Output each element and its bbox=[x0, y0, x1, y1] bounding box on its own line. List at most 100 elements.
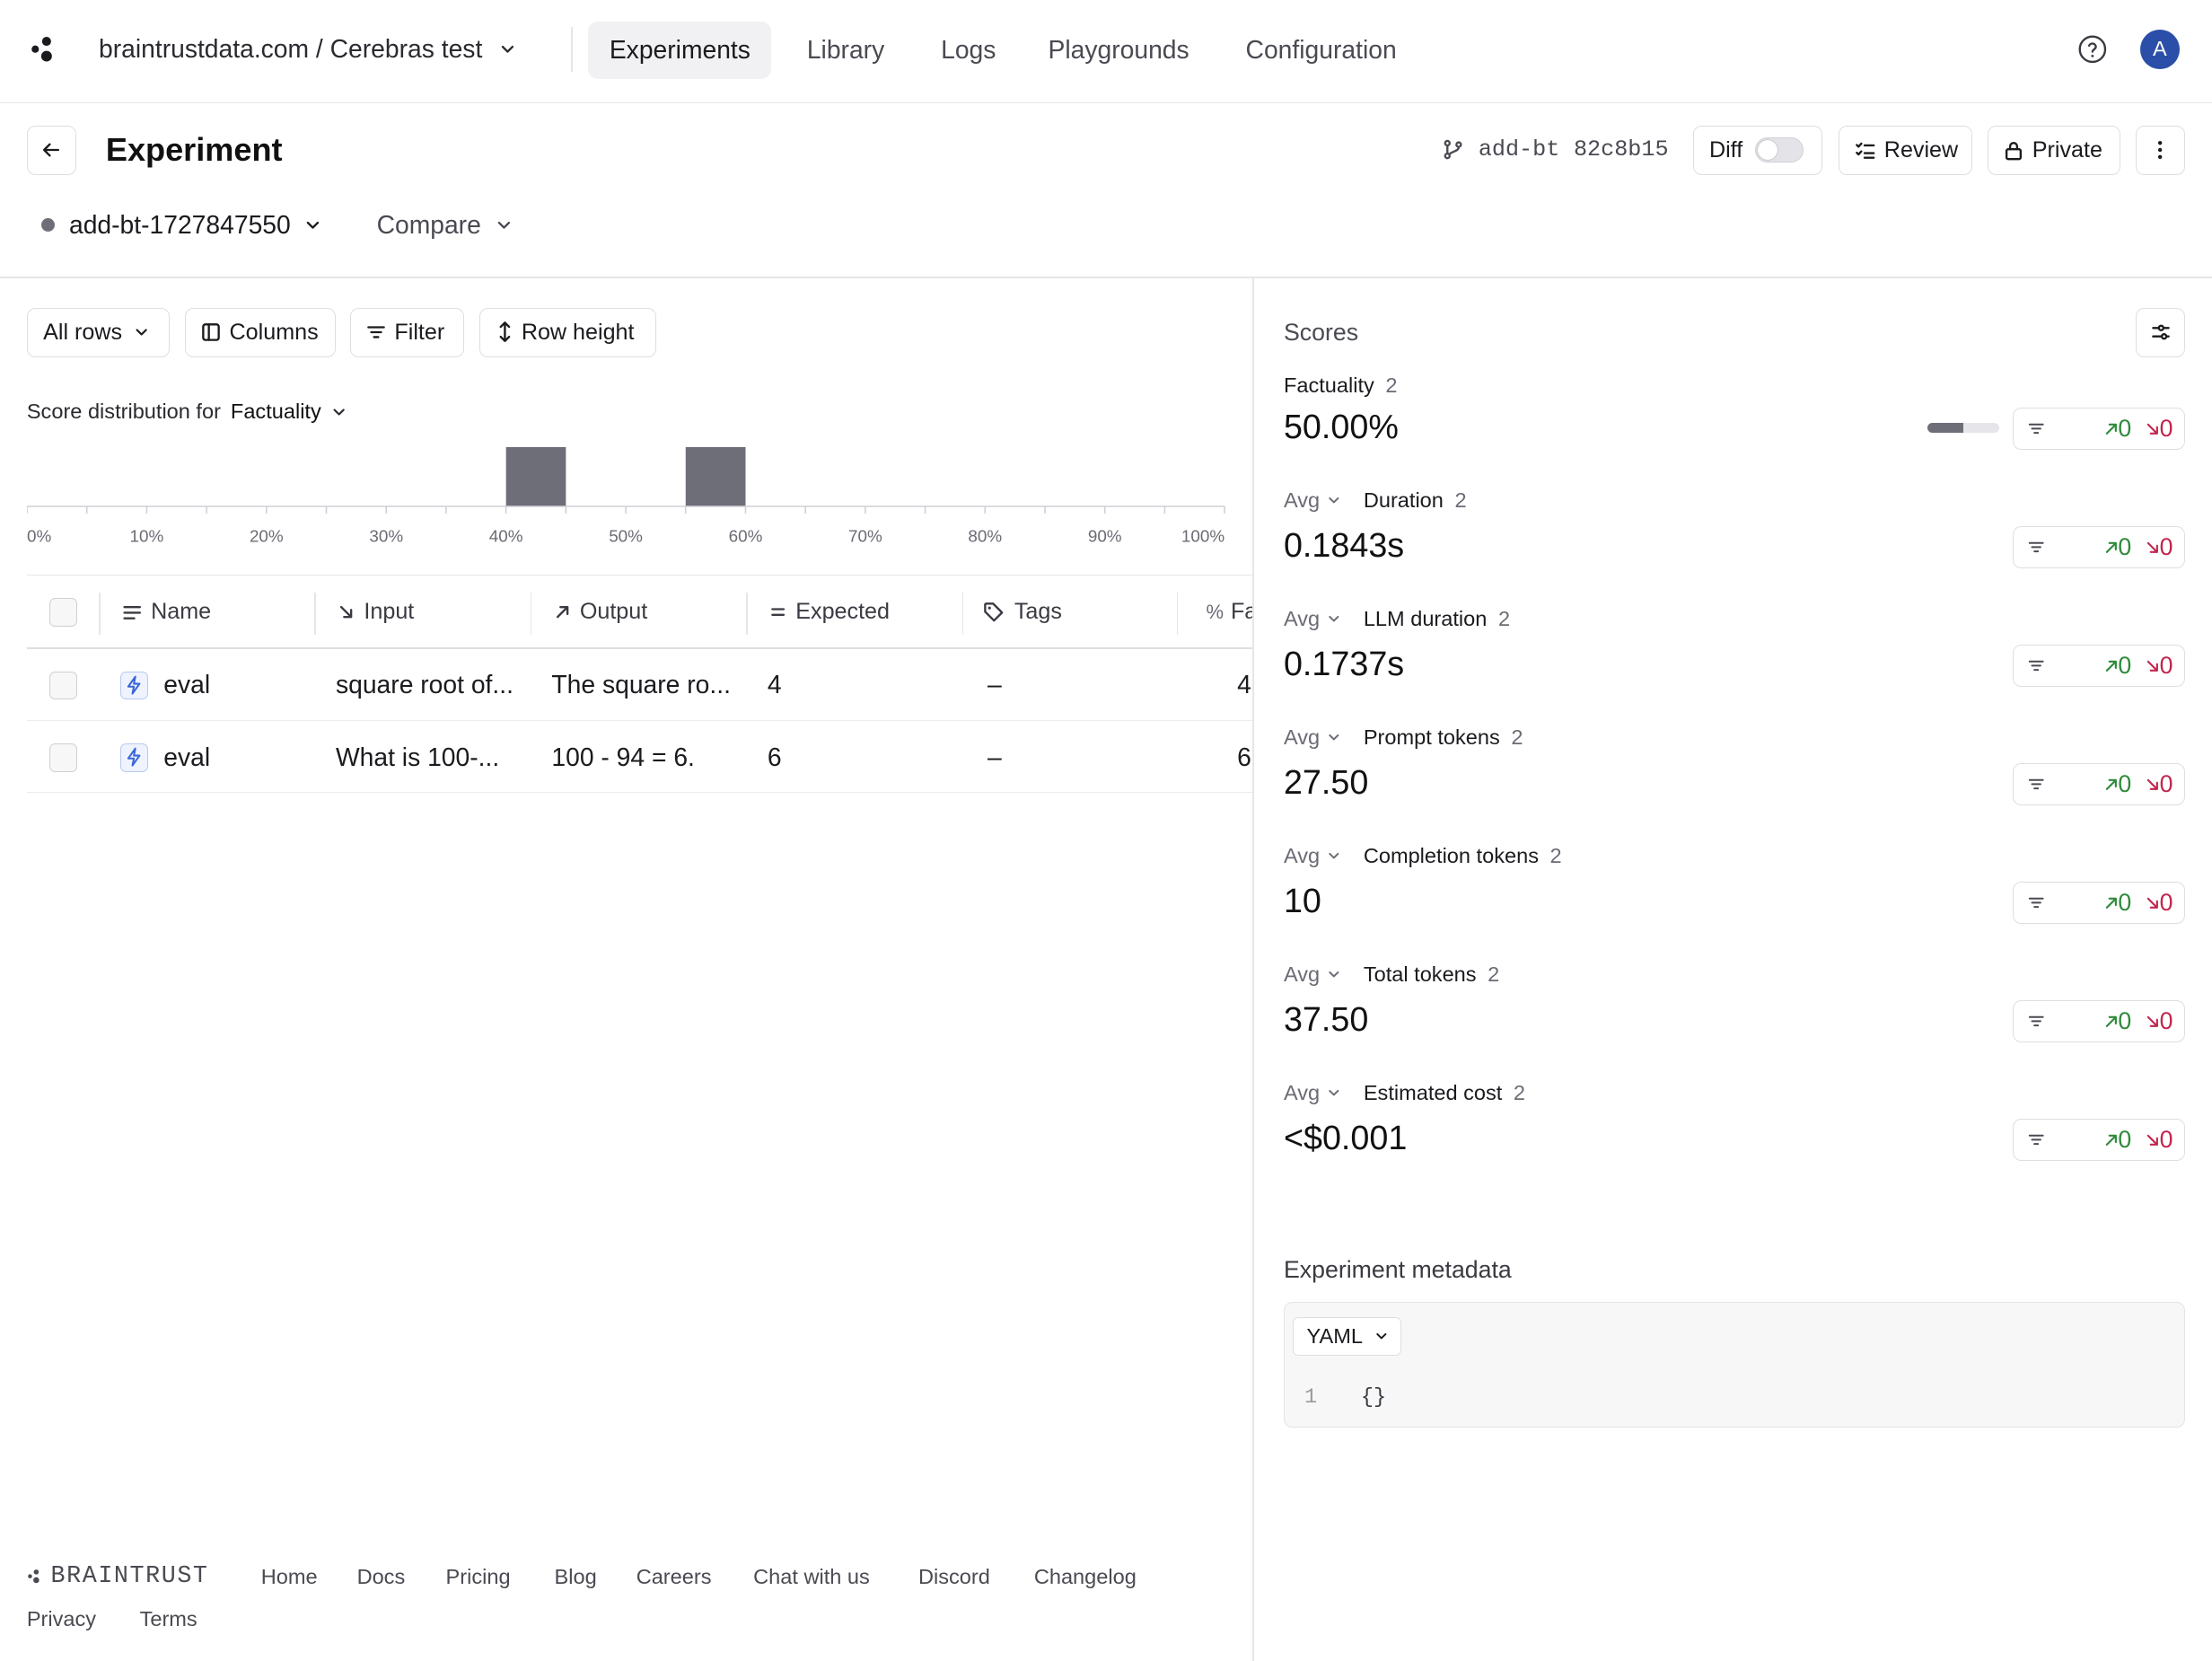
help-icon[interactable] bbox=[2076, 32, 2110, 66]
column-header-input[interactable]: Input bbox=[338, 593, 414, 632]
aggregation-dropdown[interactable]: Avg bbox=[1284, 1081, 1341, 1105]
tab-configuration[interactable]: Configuration bbox=[1224, 22, 1418, 79]
score-filter-controls[interactable]: 0 0 bbox=[2013, 645, 2186, 688]
filter-icon[interactable] bbox=[2027, 420, 2045, 437]
aggregation-dropdown[interactable]: Avg bbox=[1284, 844, 1341, 868]
column-header-factuality[interactable]: % Fa bbox=[1207, 593, 1253, 632]
tab-library[interactable]: Library bbox=[786, 22, 906, 79]
footer-link-pricing[interactable]: Pricing bbox=[446, 1565, 511, 1589]
tag-icon bbox=[983, 602, 1005, 623]
back-button[interactable] bbox=[26, 125, 76, 175]
score-count: 2 bbox=[1454, 488, 1467, 512]
all-rows-dropdown[interactable]: All rows bbox=[26, 307, 170, 357]
improvements-count[interactable]: 0 bbox=[2104, 533, 2131, 561]
score-metric[interactable]: Avg Estimated cost 2 bbox=[1284, 1081, 1525, 1105]
diff-toggle[interactable]: Diff bbox=[1692, 125, 1823, 175]
row-checkbox[interactable] bbox=[48, 671, 78, 700]
format-dropdown[interactable]: YAML bbox=[1293, 1317, 1402, 1356]
score-filter-controls[interactable]: 0 0 bbox=[2013, 882, 2186, 925]
row-checkbox[interactable] bbox=[48, 743, 78, 772]
filter-icon[interactable] bbox=[2027, 657, 2045, 674]
regressions-count[interactable]: 0 bbox=[2146, 415, 2173, 443]
metadata-editor[interactable]: YAML 1 {} bbox=[1283, 1302, 2186, 1428]
private-button[interactable]: Private bbox=[1988, 125, 2120, 175]
arrows-vertical-icon bbox=[496, 321, 514, 343]
distribution-metric: Factuality bbox=[230, 399, 321, 423]
regressions-count[interactable]: 0 bbox=[2146, 533, 2173, 561]
column-header-name[interactable]: Name bbox=[123, 593, 211, 632]
column-header-expected[interactable]: Expected bbox=[770, 593, 890, 632]
score-histogram: 0% 10% 20% 30% 40% 50% 60% 70% 80% 90% 100% bbox=[26, 447, 1225, 545]
regressions-count[interactable]: 0 bbox=[2146, 1007, 2173, 1035]
filter-icon[interactable] bbox=[2027, 894, 2045, 911]
score-distribution-selector[interactable]: Score distribution for Factuality bbox=[27, 400, 347, 424]
score-label: Duration bbox=[1363, 488, 1444, 512]
scores-settings-button[interactable] bbox=[2136, 307, 2186, 357]
regressions-count[interactable]: 0 bbox=[2146, 652, 2173, 680]
filter-icon[interactable] bbox=[2027, 1131, 2045, 1148]
cell-name: eval bbox=[163, 742, 211, 771]
filter-icon[interactable] bbox=[2027, 776, 2045, 793]
compare-selector[interactable]: Compare bbox=[377, 210, 513, 240]
braintrust-logo-icon[interactable] bbox=[30, 35, 57, 63]
footer-brand[interactable]: BRAINTRUST bbox=[27, 1563, 209, 1590]
footer-link-blog[interactable]: Blog bbox=[555, 1565, 597, 1589]
arrow-down-right-icon bbox=[338, 604, 354, 620]
aggregation-dropdown[interactable]: Avg bbox=[1284, 725, 1341, 750]
score-metric[interactable]: Avg Total tokens 2 bbox=[1284, 962, 1499, 987]
footer-link-chat[interactable]: Chat with us bbox=[753, 1565, 870, 1589]
improvements-count[interactable]: 0 bbox=[2104, 1007, 2131, 1035]
score-filter-controls[interactable]: 0 0 bbox=[2013, 763, 2186, 806]
avatar[interactable]: A bbox=[2139, 29, 2180, 69]
footer-link-discord[interactable]: Discord bbox=[918, 1565, 990, 1589]
score-metric[interactable]: Avg LLM duration 2 bbox=[1284, 607, 1510, 631]
diff-switch[interactable] bbox=[1755, 137, 1804, 163]
review-button[interactable]: Review bbox=[1838, 125, 1972, 175]
row-height-button[interactable]: Row height bbox=[479, 307, 656, 357]
improvements-count[interactable]: 0 bbox=[2104, 1126, 2131, 1154]
filter-icon[interactable] bbox=[2027, 1013, 2045, 1030]
footer-link-careers[interactable]: Careers bbox=[636, 1565, 712, 1589]
score-filter-controls[interactable]: 0 0 bbox=[2013, 1119, 2186, 1162]
score-metric[interactable]: Avg Prompt tokens 2 bbox=[1284, 725, 1523, 750]
footer-link-changelog[interactable]: Changelog bbox=[1034, 1565, 1137, 1589]
regressions-count[interactable]: 0 bbox=[2146, 1126, 2173, 1154]
chevron-down-icon bbox=[496, 216, 513, 233]
columns-icon bbox=[201, 322, 221, 342]
score-filter-controls[interactable]: 0 0 bbox=[2013, 408, 2186, 451]
filter-button[interactable]: Filter bbox=[349, 307, 464, 357]
improvements-count[interactable]: 0 bbox=[2104, 770, 2131, 798]
column-header-tags[interactable]: Tags bbox=[983, 593, 1062, 632]
footer-link-home[interactable]: Home bbox=[261, 1565, 318, 1589]
score-metric[interactable]: Avg Duration 2 bbox=[1284, 488, 1467, 513]
experiment-selector[interactable]: add-bt-1727847550 bbox=[40, 210, 322, 240]
footer-link-docs[interactable]: Docs bbox=[357, 1565, 406, 1589]
improvements-count[interactable]: 0 bbox=[2104, 652, 2131, 680]
more-options-button[interactable] bbox=[2136, 125, 2186, 175]
score-filter-controls[interactable]: 0 0 bbox=[2013, 526, 2186, 569]
improvements-count[interactable]: 0 bbox=[2104, 415, 2131, 443]
improvements-count[interactable]: 0 bbox=[2104, 889, 2131, 917]
aggregation-dropdown[interactable]: Avg bbox=[1284, 962, 1341, 987]
filter-icon[interactable] bbox=[2027, 539, 2045, 556]
aggregation-dropdown[interactable]: Avg bbox=[1284, 607, 1341, 631]
score-metric[interactable]: Avg Completion tokens 2 bbox=[1284, 844, 1562, 868]
tab-playgrounds[interactable]: Playgrounds bbox=[1027, 22, 1210, 79]
score-filter-controls[interactable]: 0 0 bbox=[2013, 1000, 2186, 1043]
footer-link-terms[interactable]: Terms bbox=[140, 1607, 198, 1631]
select-all-checkbox[interactable] bbox=[48, 598, 78, 627]
regressions-count[interactable]: 0 bbox=[2146, 889, 2173, 917]
tab-experiments[interactable]: Experiments bbox=[588, 21, 772, 79]
histogram-bar[interactable] bbox=[685, 447, 746, 507]
eval-icon bbox=[119, 671, 148, 700]
project-breadcrumb[interactable]: braintrustdata.com / Cerebras test bbox=[99, 34, 516, 64]
histogram-bar[interactable] bbox=[505, 447, 566, 507]
aggregation-dropdown[interactable]: Avg bbox=[1284, 488, 1341, 513]
regressions-count[interactable]: 0 bbox=[2146, 770, 2173, 798]
score-factuality[interactable]: Factuality 2 bbox=[1284, 374, 1398, 398]
score-value: 27.50 bbox=[1283, 763, 1369, 802]
columns-button[interactable]: Columns bbox=[184, 307, 336, 357]
column-header-output[interactable]: Output bbox=[555, 593, 647, 632]
tab-logs[interactable]: Logs bbox=[920, 22, 1017, 79]
footer-link-privacy[interactable]: Privacy bbox=[27, 1607, 96, 1631]
